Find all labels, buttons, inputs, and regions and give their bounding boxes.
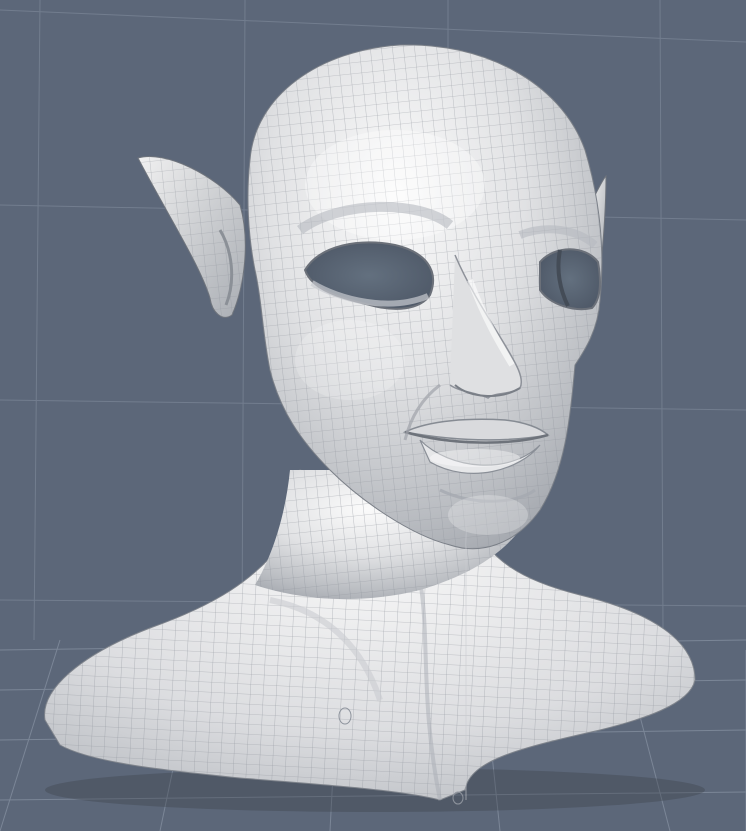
cheek-highlight (295, 320, 405, 400)
3d-viewport[interactable] (0, 0, 746, 831)
empty-eye-socket-right (539, 248, 601, 310)
viewport-canvas (0, 0, 746, 831)
